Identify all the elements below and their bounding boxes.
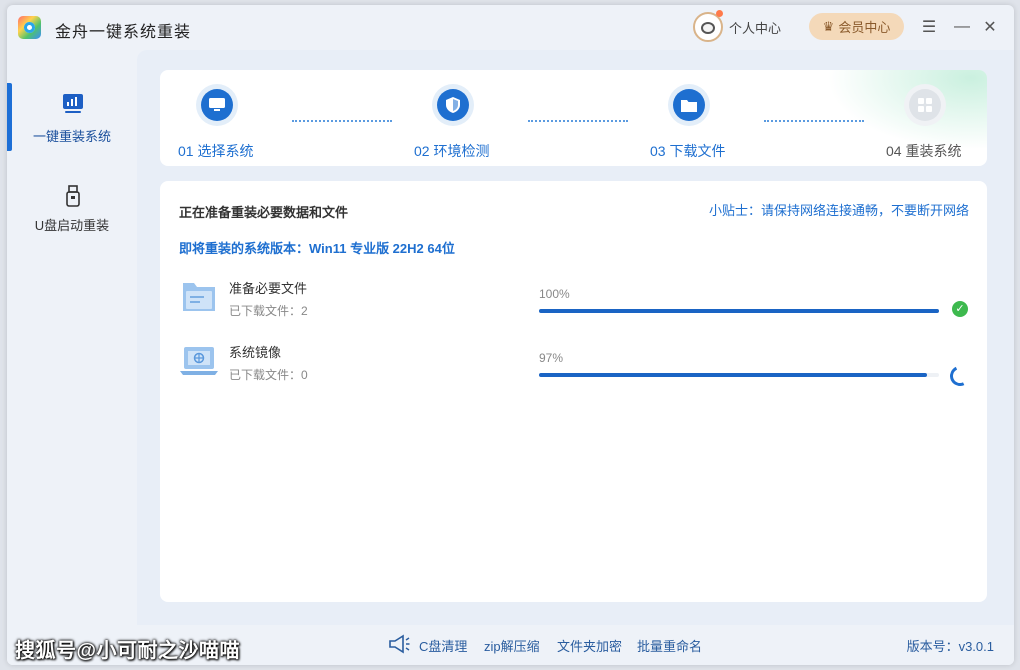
progress-bar <box>539 309 939 313</box>
folder-icon <box>681 99 697 112</box>
step-connector <box>764 120 864 122</box>
step-label: 04 重装系统 <box>886 143 962 159</box>
progress-fill <box>539 373 927 377</box>
download-card: 正在准备重装必要数据和文件 小贴士：请保持网络连接通畅，不要断开网络 即将重装的… <box>160 181 987 602</box>
step-label: 01 选择系统 <box>178 143 254 159</box>
progress-fill <box>539 309 939 313</box>
vip-center-button[interactable]: ♛ 会员中心 <box>809 13 904 40</box>
chart-monitor-icon <box>63 94 83 113</box>
profile-button[interactable]: 个人中心 <box>693 10 782 42</box>
vip-label: 会员中心 <box>838 20 891 35</box>
step-label: 03 下载文件 <box>650 143 726 159</box>
sidebar-item-one-click-reinstall[interactable]: 一键重装系统 <box>7 83 137 153</box>
sidebar-item-label: 一键重装系统 <box>32 129 111 144</box>
system-version-text: 即将重装的系统版本：Win11 专业版 22H2 64位 <box>179 241 455 256</box>
step-download-files: 03 下载文件 <box>650 84 760 161</box>
close-button[interactable]: ✕ <box>980 17 1000 37</box>
main-panel: 01 选择系统 02 环境检测 03 下载文件 04 重装系统 正在准备重装必要… <box>137 50 1014 625</box>
task-system-image: 系统镜像 已下载文件：0 97% <box>179 337 973 389</box>
step-connector <box>292 120 392 122</box>
sidebar: 一键重装系统 U盘启动重装 <box>7 50 137 625</box>
menu-icon[interactable]: ☰ <box>919 17 939 37</box>
minimize-button[interactable]: — <box>952 17 972 37</box>
app-window: 金舟一键系统重装 个人中心 ♛ 会员中心 ☰ — ✕ 一键重装系统 U盘启动重装… <box>7 5 1014 665</box>
tool-batch-rename[interactable]: 批量重命名 <box>637 636 702 655</box>
step-reinstall-system: 04 重装系统 <box>886 84 987 161</box>
task-name: 系统镜像 <box>229 345 282 360</box>
usb-drive-icon <box>66 185 80 207</box>
app-logo-icon <box>18 16 41 39</box>
task-percent: 97% <box>539 351 564 365</box>
monitor-icon <box>209 98 225 111</box>
crown-icon: ♛ <box>822 18 835 34</box>
step-label: 02 环境检测 <box>414 143 490 159</box>
step-environment-check: 02 环境检测 <box>414 84 524 161</box>
megaphone-icon <box>389 634 410 654</box>
version-number: 版本号：v3.0.1 <box>906 639 994 654</box>
title-bar: 金舟一键系统重装 个人中心 ♛ 会员中心 ☰ — ✕ <box>7 5 1014 50</box>
step-connector <box>528 120 628 122</box>
loading-spinner-icon <box>947 363 973 389</box>
shield-icon <box>446 97 460 113</box>
app-title: 金舟一键系统重装 <box>55 24 192 41</box>
footer-toolbar: C盘清理 zip解压缩 文件夹加密 批量重命名 版本号：v3.0.1 搜狐号@小… <box>7 625 1014 665</box>
task-percent: 100% <box>539 287 570 301</box>
step-select-system: 01 选择系统 <box>178 84 288 161</box>
tool-zip-extract[interactable]: zip解压缩 <box>484 636 540 655</box>
sidebar-item-label: U盘启动重装 <box>34 218 110 233</box>
watermark-text: 搜狐号@小可耐之沙喵喵 <box>15 640 241 662</box>
grid-icon <box>918 98 932 112</box>
tip-text: 小贴士：请保持网络连接通畅，不要断开网络 <box>708 203 969 218</box>
folder-files-icon <box>183 283 215 311</box>
sidebar-item-usb-reinstall[interactable]: U盘启动重装 <box>7 175 137 245</box>
tool-c-drive-clean[interactable]: C盘清理 <box>419 636 467 655</box>
task-downloaded-count: 已下载文件：0 <box>229 368 308 382</box>
task-name: 准备必要文件 <box>229 281 308 296</box>
steps-progress: 01 选择系统 02 环境检测 03 下载文件 04 重装系统 <box>160 70 987 166</box>
task-downloaded-count: 已下载文件：2 <box>229 304 308 318</box>
task-prepare-files: 准备必要文件 已下载文件：2 100% ✓ <box>179 273 969 323</box>
progress-bar <box>539 373 939 377</box>
avatar-icon <box>693 10 723 42</box>
tool-folder-encrypt[interactable]: 文件夹加密 <box>557 636 622 655</box>
system-image-icon <box>180 347 218 375</box>
page-title: 正在准备重装必要数据和文件 <box>179 205 349 220</box>
check-icon: ✓ <box>952 301 968 317</box>
profile-label: 个人中心 <box>729 20 782 36</box>
